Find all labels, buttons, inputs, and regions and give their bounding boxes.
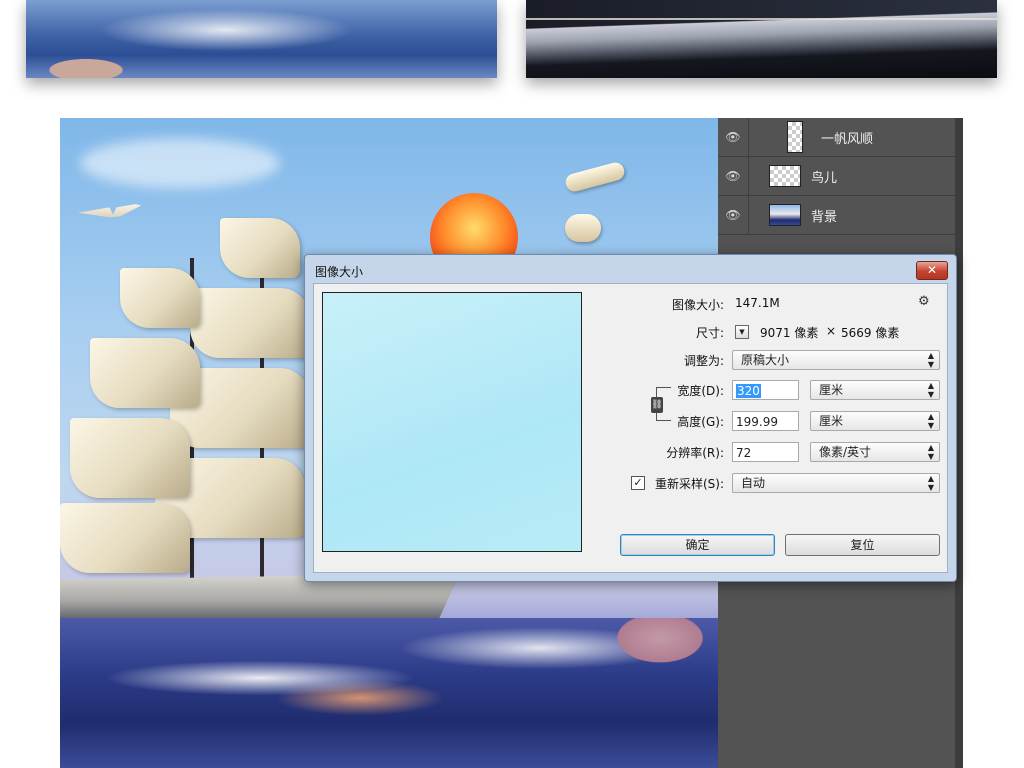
fit-to-label: 调整为: bbox=[683, 354, 724, 368]
reset-button[interactable]: 复位 bbox=[785, 534, 940, 556]
height-unit-select[interactable]: 厘米 ▲ ▼ bbox=[810, 411, 940, 431]
dialog-title: 图像大小 bbox=[315, 265, 364, 279]
resample-value: 自动 bbox=[741, 476, 766, 490]
dimensions-height: 5669 像素 bbox=[841, 326, 900, 340]
gear-icon[interactable]: ⚙ bbox=[918, 294, 930, 309]
width-input[interactable]: 320 bbox=[732, 380, 799, 400]
updown-arrow-icon: ▲ ▼ bbox=[927, 474, 934, 492]
sail bbox=[60, 503, 190, 573]
dimensions-times: × bbox=[826, 324, 837, 338]
layer-row[interactable]: 👁 背景 bbox=[718, 196, 955, 235]
resample-label: 重新采样(S): bbox=[654, 477, 724, 491]
width-label: 宽度(D): bbox=[677, 384, 724, 398]
eye-icon[interactable]: 👁 bbox=[718, 157, 749, 195]
link-icon[interactable]: ⛓ bbox=[651, 397, 663, 413]
artwork-thumbnail-waves bbox=[26, 0, 497, 78]
eye-icon[interactable]: 👁 bbox=[718, 118, 749, 156]
close-button[interactable]: ✕ bbox=[916, 261, 948, 280]
updown-arrow-icon: ▲ ▼ bbox=[927, 443, 934, 461]
image-size-label: 图像大小: bbox=[671, 298, 724, 312]
sail bbox=[90, 338, 200, 408]
dimensions-label: 尺寸: bbox=[695, 326, 724, 340]
layer-name: 鸟儿 bbox=[811, 170, 838, 186]
resolution-value: 72 bbox=[736, 446, 752, 460]
width-value: 320 bbox=[736, 384, 761, 398]
sail bbox=[190, 288, 310, 358]
width-unit: 厘米 bbox=[819, 383, 844, 397]
eye-icon[interactable]: 👁 bbox=[718, 196, 749, 234]
height-input[interactable]: 199.99 bbox=[732, 411, 799, 431]
width-unit-select[interactable]: 厘米 ▲ ▼ bbox=[810, 380, 940, 400]
ok-button[interactable]: 确定 bbox=[620, 534, 775, 556]
resample-select[interactable]: 自动 ▲ ▼ bbox=[732, 473, 940, 493]
calligraphy-stroke bbox=[563, 160, 627, 194]
calligraphy-stroke bbox=[565, 214, 601, 242]
sail bbox=[220, 218, 300, 278]
fit-to-select[interactable]: 原稿大小 ▲ ▼ bbox=[732, 350, 940, 370]
updown-arrow-icon: ▲ ▼ bbox=[927, 412, 934, 430]
resolution-unit-select[interactable]: 像素/英寸 ▲ ▼ bbox=[810, 442, 940, 462]
layer-thumbnail bbox=[769, 204, 801, 226]
image-size-value: 147.1M bbox=[735, 296, 780, 310]
image-size-dialog: 图像大小 ✕ 图像大小: 147.1M ⚙ 尺寸: ▼ 9071 像素 × 56… bbox=[304, 254, 957, 582]
image-preview[interactable] bbox=[322, 292, 582, 552]
layer-thumbnail bbox=[769, 165, 801, 187]
chevron-down-icon[interactable]: ▼ bbox=[735, 325, 749, 339]
layer-name: 背景 bbox=[811, 209, 838, 225]
resolution-input[interactable]: 72 bbox=[732, 442, 799, 462]
sail bbox=[70, 418, 190, 498]
seagull bbox=[78, 202, 148, 218]
layer-thumbnail bbox=[787, 121, 803, 153]
cloud bbox=[80, 138, 280, 188]
fit-to-value: 原稿大小 bbox=[741, 353, 790, 367]
sea-waves bbox=[60, 618, 718, 768]
height-label: 高度(G): bbox=[677, 415, 724, 429]
resolution-label: 分辨率(R): bbox=[666, 446, 724, 460]
updown-arrow-icon: ▲ ▼ bbox=[927, 381, 934, 399]
height-unit: 厘米 bbox=[819, 414, 844, 428]
layer-row[interactable]: 👁 鸟儿 bbox=[718, 157, 955, 196]
height-value: 199.99 bbox=[736, 415, 778, 429]
dialog-body: 图像大小: 147.1M ⚙ 尺寸: ▼ 9071 像素 × 5669 像素 调… bbox=[313, 283, 948, 573]
sail bbox=[120, 268, 200, 328]
dimensions-width: 9071 像素 bbox=[760, 326, 819, 340]
resolution-unit: 像素/英寸 bbox=[819, 445, 872, 459]
artwork-thumbnail-ship bbox=[526, 0, 997, 78]
updown-arrow-icon: ▲ ▼ bbox=[927, 351, 934, 369]
layer-row[interactable]: 👁 一帆风顺 bbox=[718, 118, 955, 157]
layer-name: 一帆风顺 bbox=[821, 131, 874, 147]
